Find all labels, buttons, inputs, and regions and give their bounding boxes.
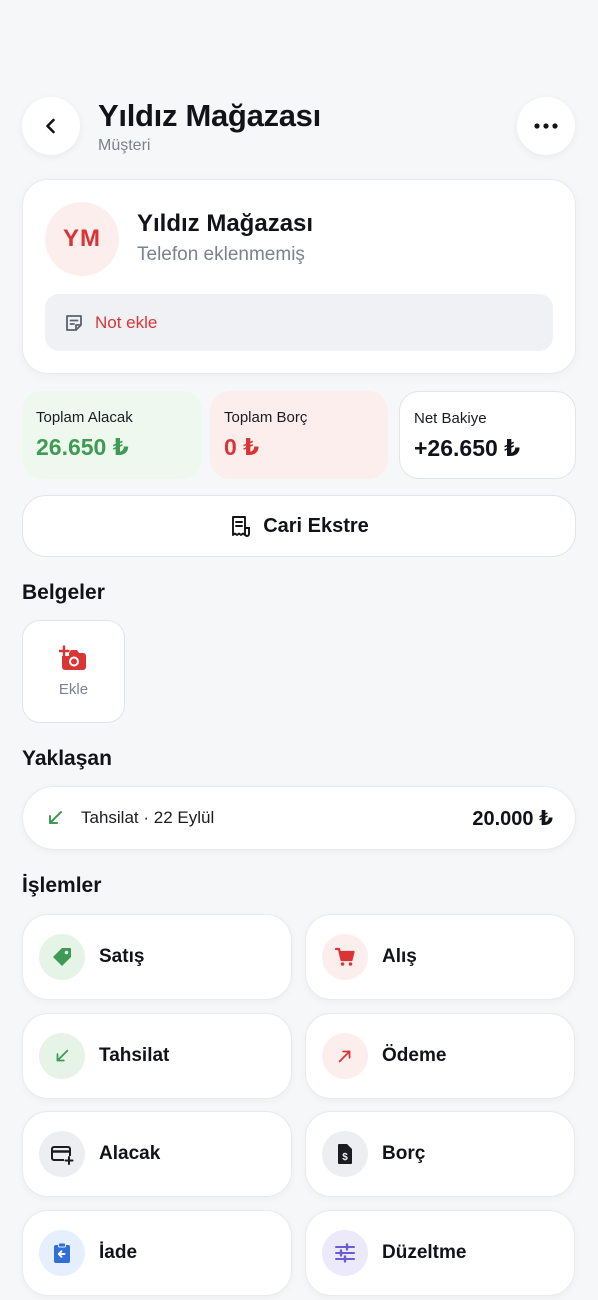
action-label: Satış — [99, 946, 145, 967]
more-options-button[interactable] — [517, 97, 575, 155]
stat-value: +26.650 ₺ — [414, 435, 521, 461]
add-note-label: Not ekle — [95, 312, 158, 332]
documents-heading: Belgeler — [22, 581, 105, 604]
invoice-icon: $ — [322, 1131, 368, 1177]
chevron-left-icon — [46, 118, 55, 134]
action-sale[interactable]: Satış — [22, 914, 292, 1000]
stat-total-receivable: Toplam Alacak 26.650 ₺ — [22, 391, 202, 479]
action-debt[interactable]: $ Borç — [305, 1111, 575, 1197]
action-label: Ödeme — [382, 1045, 447, 1066]
add-document-button[interactable]: Ekle — [22, 620, 125, 723]
avatar: YM — [45, 202, 119, 276]
action-label: Düzeltme — [382, 1242, 467, 1263]
stat-value: 26.650 ₺ — [36, 434, 129, 460]
upcoming-heading: Yaklaşan — [22, 747, 112, 770]
stat-label: Net Bakiye — [414, 410, 487, 427]
stat-net-balance: Net Bakiye +26.650 ₺ — [399, 391, 576, 479]
action-label: Tahsilat — [99, 1045, 170, 1066]
add-note-button[interactable]: Not ekle — [45, 294, 553, 351]
sliders-icon — [322, 1230, 368, 1276]
receipt-icon — [232, 516, 251, 537]
arrow-down-left-icon — [45, 808, 69, 828]
action-label: İade — [99, 1242, 138, 1263]
action-label: Alacak — [99, 1143, 161, 1164]
back-button[interactable] — [22, 97, 80, 155]
stat-total-debt: Toplam Borç 0 ₺ — [210, 391, 388, 479]
return-icon — [39, 1230, 85, 1276]
action-collection[interactable]: Tahsilat — [22, 1013, 292, 1099]
account-statement-button[interactable]: Cari Ekstre — [22, 495, 576, 557]
action-payment[interactable]: Ödeme — [305, 1013, 575, 1099]
customer-name: Yıldız Mağazası — [137, 210, 314, 237]
customer-card: YM Yıldız Mağazası Telefon eklenmemiş No… — [22, 179, 576, 374]
account-statement-label: Cari Ekstre — [263, 514, 369, 537]
upcoming-item[interactable]: Tahsilat · 22 Eylül 20.000 ₺ — [22, 786, 576, 850]
stat-label: Toplam Borç — [224, 409, 308, 426]
arrow-down-left-icon — [39, 1033, 85, 1079]
note-icon — [63, 312, 85, 334]
customer-phone: Telefon eklenmemiş — [137, 244, 305, 265]
svg-text:$: $ — [342, 1152, 348, 1163]
tag-icon — [39, 934, 85, 980]
action-receivable[interactable]: Alacak — [22, 1111, 292, 1197]
card-plus-icon — [39, 1131, 85, 1177]
upcoming-description: Tahsilat · 22 Eylül — [81, 808, 215, 827]
actions-heading: İşlemler — [22, 874, 102, 897]
add-photo-icon — [58, 645, 86, 670]
page-title: Yıldız Mağazası — [98, 98, 321, 133]
add-document-label: Ekle — [58, 681, 89, 698]
action-adjustment[interactable]: Düzeltme — [305, 1210, 575, 1296]
cart-icon — [322, 934, 368, 980]
stat-label: Toplam Alacak — [36, 409, 133, 426]
action-label: Borç — [382, 1143, 426, 1164]
arrow-up-right-icon — [322, 1033, 368, 1079]
page-subtitle: Müşteri — [98, 137, 151, 154]
stat-value: 0 ₺ — [224, 434, 260, 460]
upcoming-amount: 20.000 ₺ — [472, 807, 553, 830]
action-label: Alış — [382, 946, 417, 967]
action-purchase[interactable]: Alış — [305, 914, 575, 1000]
action-return[interactable]: İade — [22, 1210, 292, 1296]
more-horizontal-icon — [534, 123, 558, 129]
